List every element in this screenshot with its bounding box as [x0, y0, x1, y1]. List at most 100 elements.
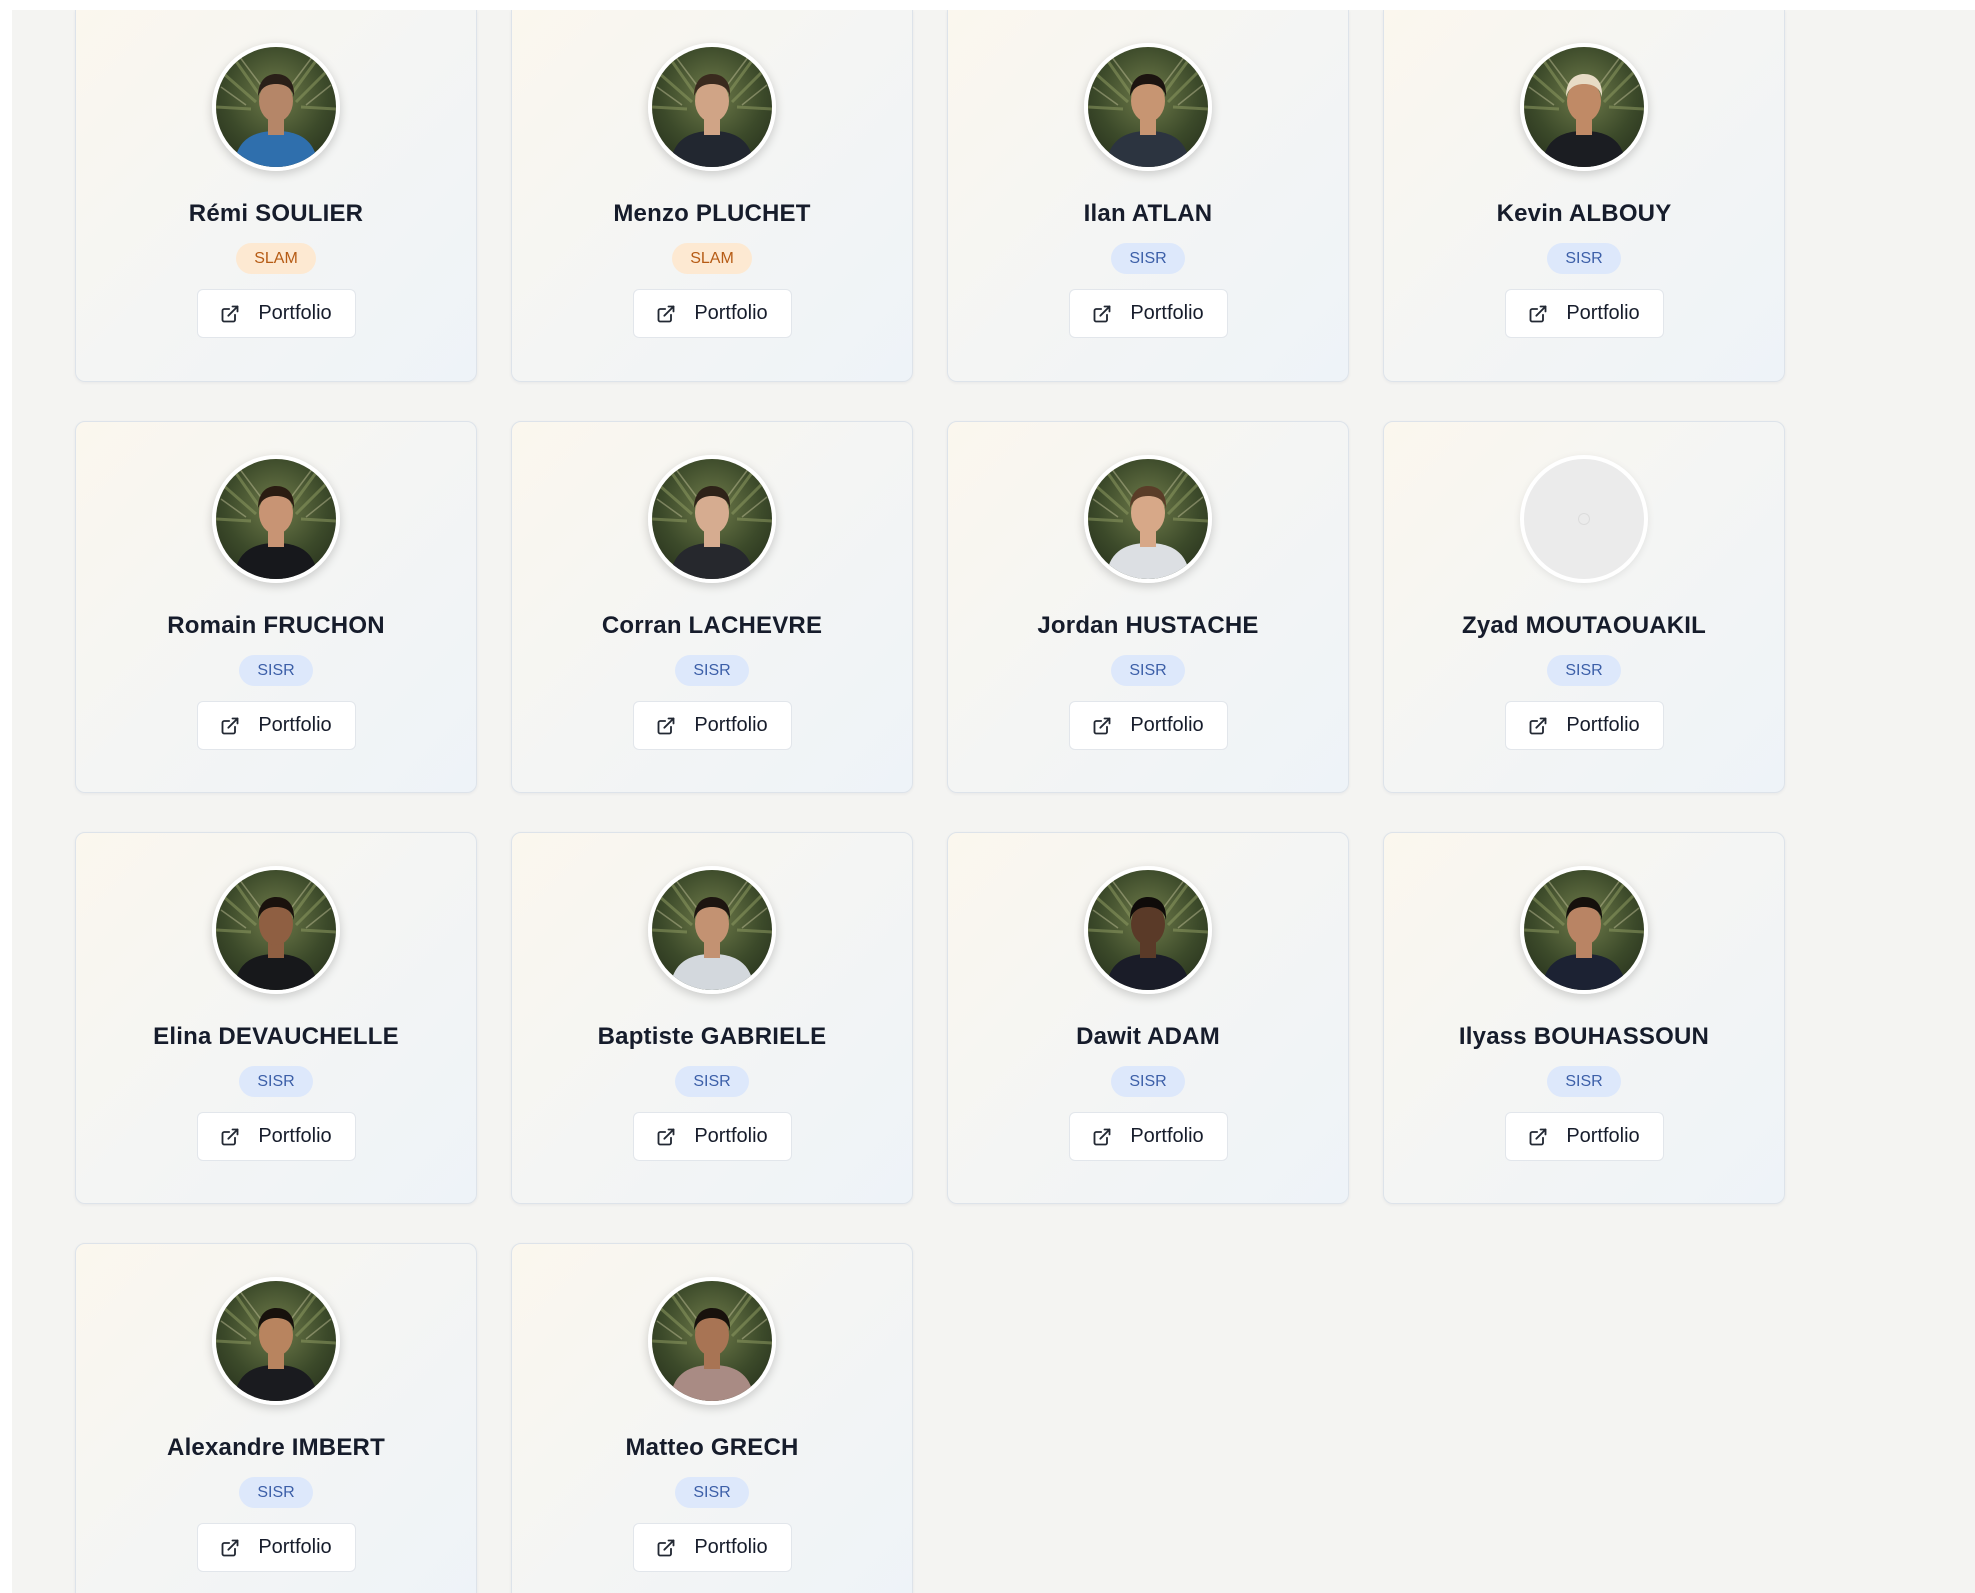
student-name: Jordan HUSTACHE — [1037, 612, 1259, 639]
portfolio-button[interactable]: Portfolio — [1504, 701, 1664, 750]
placeholder-icon — [1578, 513, 1590, 525]
track-badge: SISR — [239, 655, 313, 686]
student-card: Jordan HUSTACHE SISR Portfolio — [947, 421, 1349, 793]
student-avatar — [212, 43, 340, 171]
track-badge: SISR — [675, 1477, 749, 1508]
student-avatar — [212, 1277, 340, 1405]
student-card: Romain FRUCHON SISR Portfolio — [75, 421, 477, 793]
student-card: Alexandre IMBERT SISR Portfolio — [75, 1243, 477, 1593]
track-badge: SISR — [675, 655, 749, 686]
avatar-placeholder — [1520, 455, 1648, 583]
portfolio-button[interactable]: Portfolio — [1068, 289, 1228, 338]
student-name: Kevin ALBOUY — [1496, 200, 1672, 227]
external-link-icon — [1092, 304, 1112, 324]
portfolio-button-label: Portfolio — [258, 1125, 332, 1147]
external-link-icon — [1528, 1127, 1548, 1147]
student-avatar — [212, 455, 340, 583]
external-link-icon — [1528, 304, 1548, 324]
portfolio-button-label: Portfolio — [694, 302, 768, 324]
portfolio-button[interactable]: Portfolio — [196, 701, 356, 750]
portfolio-button-label: Portfolio — [1130, 1125, 1204, 1147]
track-badge: SISR — [1547, 1066, 1621, 1097]
external-link-icon — [656, 716, 676, 736]
portfolio-button[interactable]: Portfolio — [196, 1112, 356, 1161]
portfolio-button[interactable]: Portfolio — [1504, 289, 1664, 338]
portfolio-button-label: Portfolio — [1566, 714, 1640, 736]
student-avatar — [1084, 866, 1212, 994]
student-card: Kevin ALBOUY SISR Portfolio — [1383, 10, 1785, 382]
portfolio-button-label: Portfolio — [1566, 302, 1640, 324]
external-link-icon — [656, 1538, 676, 1558]
student-card: Baptiste GABRIELE SISR Portfolio — [511, 832, 913, 1204]
portfolio-button-label: Portfolio — [258, 714, 332, 736]
portfolio-button[interactable]: Portfolio — [196, 1523, 356, 1572]
track-badge: SISR — [1547, 243, 1621, 274]
external-link-icon — [1092, 1127, 1112, 1147]
student-name: Zyad MOUTAOUAKIL — [1461, 612, 1707, 639]
student-avatar — [1084, 455, 1212, 583]
student-name: Corran LACHEVRE — [601, 612, 823, 639]
student-avatar — [648, 455, 776, 583]
portfolio-button[interactable]: Portfolio — [1068, 701, 1228, 750]
student-avatar — [1520, 866, 1648, 994]
student-card: Elina DEVAUCHELLE SISR Portfolio — [75, 832, 477, 1204]
portfolio-button-label: Portfolio — [694, 1125, 768, 1147]
portfolio-button[interactable]: Portfolio — [196, 289, 356, 338]
external-link-icon — [656, 1127, 676, 1147]
track-badge: SISR — [1111, 243, 1185, 274]
student-name: Menzo PLUCHET — [613, 200, 811, 227]
portfolio-button[interactable]: Portfolio — [1504, 1112, 1664, 1161]
external-link-icon — [220, 1127, 240, 1147]
track-badge: SISR — [1111, 1066, 1185, 1097]
portfolio-button-label: Portfolio — [258, 302, 332, 324]
external-link-icon — [220, 716, 240, 736]
student-card: Matteo GRECH SISR Portfolio — [511, 1243, 913, 1593]
student-card: Zyad MOUTAOUAKIL SISR Portfolio — [1383, 421, 1785, 793]
student-avatar — [648, 866, 776, 994]
student-name: Rémi SOULIER — [188, 200, 364, 227]
portfolio-button[interactable]: Portfolio — [632, 289, 792, 338]
student-avatar — [648, 43, 776, 171]
portfolio-button[interactable]: Portfolio — [632, 1523, 792, 1572]
portfolio-button[interactable]: Portfolio — [1068, 1112, 1228, 1161]
portfolio-button-label: Portfolio — [694, 1536, 768, 1558]
student-card: Corran LACHEVRE SISR Portfolio — [511, 421, 913, 793]
portfolio-button-label: Portfolio — [1130, 302, 1204, 324]
student-avatar — [1084, 43, 1212, 171]
external-link-icon — [1528, 716, 1548, 736]
portfolio-button[interactable]: Portfolio — [632, 1112, 792, 1161]
student-avatar — [1520, 43, 1648, 171]
track-badge: SISR — [1547, 655, 1621, 686]
student-name: Elina DEVAUCHELLE — [153, 1023, 399, 1050]
student-name: Romain FRUCHON — [167, 612, 385, 639]
portfolio-button-label: Portfolio — [1566, 1125, 1640, 1147]
track-badge: SLAM — [672, 243, 752, 274]
track-badge: SISR — [239, 1477, 313, 1508]
student-card: Dawit ADAM SISR Portfolio — [947, 832, 1349, 1204]
student-avatar — [648, 1277, 776, 1405]
student-grid: Rémi SOULIER SLAM Portfolio Menzo PLUCHET SL… — [75, 10, 1785, 1593]
track-badge: SISR — [1111, 655, 1185, 686]
external-link-icon — [220, 1538, 240, 1558]
track-badge: SISR — [239, 1066, 313, 1097]
portfolio-button[interactable]: Portfolio — [632, 701, 792, 750]
student-name: Alexandre IMBERT — [167, 1434, 385, 1461]
portfolio-button-label: Portfolio — [258, 1536, 332, 1558]
portfolio-button-label: Portfolio — [1130, 714, 1204, 736]
external-link-icon — [656, 304, 676, 324]
student-gallery: Rémi SOULIER SLAM Portfolio Menzo PLUCHET SL… — [12, 10, 1975, 1593]
student-avatar — [212, 866, 340, 994]
student-name: Matteo GRECH — [625, 1434, 799, 1461]
student-card: Ilan ATLAN SISR Portfolio — [947, 10, 1349, 382]
student-card: Menzo PLUCHET SLAM Portfolio — [511, 10, 913, 382]
student-name: Ilan ATLAN — [1083, 200, 1213, 227]
student-name: Baptiste GABRIELE — [597, 1023, 827, 1050]
student-name: Ilyass BOUHASSOUN — [1458, 1023, 1710, 1050]
track-badge: SLAM — [236, 243, 316, 274]
student-card: Rémi SOULIER SLAM Portfolio — [75, 10, 477, 382]
track-badge: SISR — [675, 1066, 749, 1097]
student-name: Dawit ADAM — [1076, 1023, 1220, 1050]
portfolio-button-label: Portfolio — [694, 714, 768, 736]
external-link-icon — [1092, 716, 1112, 736]
external-link-icon — [220, 304, 240, 324]
